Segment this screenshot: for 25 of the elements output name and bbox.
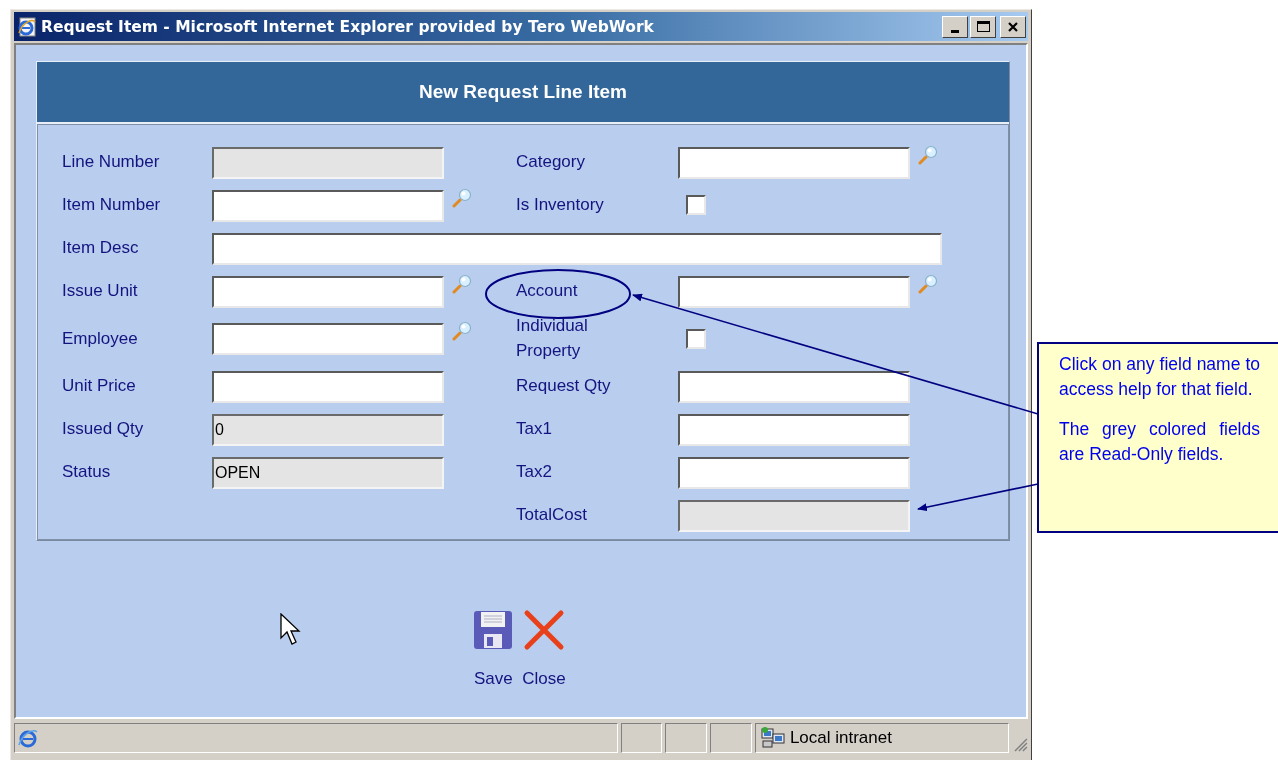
- close-button[interactable]: Close: [522, 609, 566, 693]
- field-label[interactable]: Tax2: [516, 460, 552, 485]
- field-label[interactable]: Tax1: [516, 417, 552, 442]
- field-label[interactable]: Item Desc: [62, 236, 139, 261]
- field-label[interactable]: Request Qty: [516, 374, 611, 399]
- field-label[interactable]: Line Number: [62, 150, 160, 175]
- zone-label: Local intranet: [789, 728, 892, 748]
- field-label[interactable]: TotalCost: [516, 503, 587, 528]
- field-label[interactable]: Issue Unit: [62, 279, 138, 304]
- field-label[interactable]: Unit Price: [62, 374, 136, 399]
- help-text: Click on any field name to access help for that field.: [1059, 353, 1260, 401]
- text-field[interactable]: 0: [212, 413, 444, 446]
- save-button[interactable]: Save: [472, 609, 515, 693]
- field-label[interactable]: Account: [516, 279, 578, 304]
- window-title: Request Item - Microsoft Internet Explorer provided by Tero WebWork: [41, 17, 654, 36]
- help-text: The grey colored fields are Read-Only fields.: [1059, 418, 1260, 466]
- text-field[interactable]: OPEN: [212, 456, 444, 489]
- field-label[interactable]: Category: [516, 150, 585, 175]
- field-label[interactable]: Is Inventory: [516, 193, 604, 218]
- field-label[interactable]: Issued Qty: [62, 417, 144, 442]
- field-label[interactable]: Employee: [62, 326, 138, 352]
- field-label[interactable]: Status: [62, 460, 111, 485]
- field-label[interactable]: Item Number: [62, 193, 161, 218]
- field-label[interactable]: Individual Property: [516, 314, 616, 364]
- form-title: New Request Line Item: [419, 81, 627, 103]
